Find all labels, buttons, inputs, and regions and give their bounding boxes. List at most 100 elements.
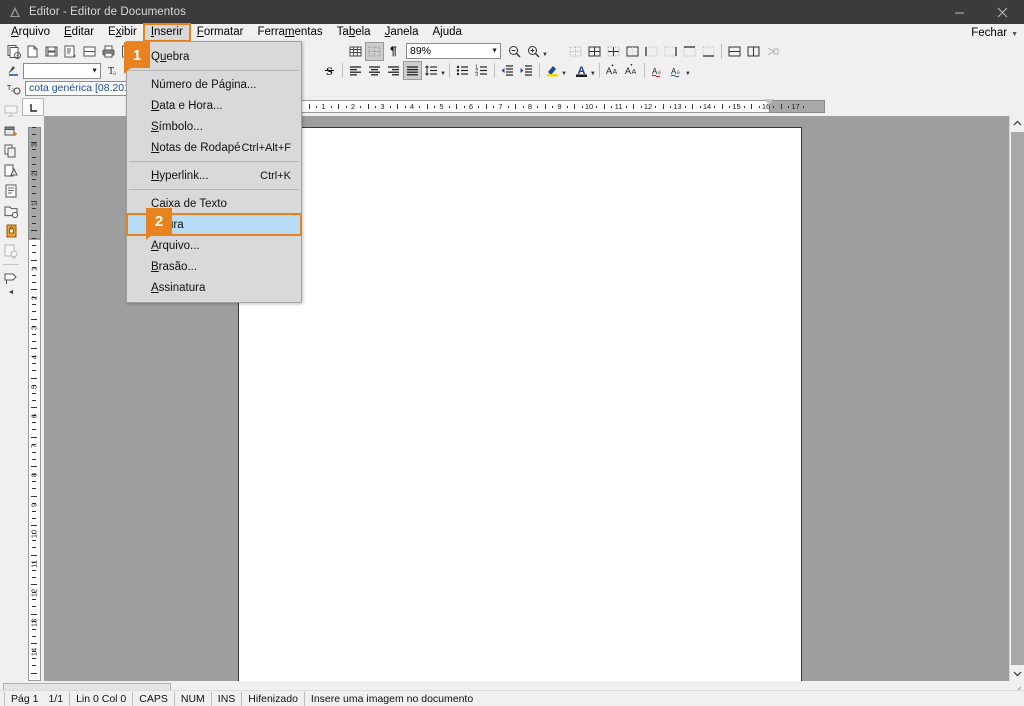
ruler-tick-vertical <box>32 628 36 630</box>
decrease-indent-icon[interactable] <box>499 62 516 79</box>
status-caps[interactable]: CAPS <box>133 691 175 706</box>
menu-formatar[interactable]: Formatar <box>190 24 251 41</box>
menu-item-bras-o[interactable]: Brasão... <box>127 256 301 277</box>
menu-item-arquivo[interactable]: Arquivo... <box>127 235 301 256</box>
vertical-ruler[interactable]: 3 2 1 1 2 3 4 5 6 7 8 9 10 11 12 13 14 <box>26 116 43 681</box>
ruler-number: 2 <box>350 102 356 111</box>
border-left-icon[interactable] <box>643 43 660 60</box>
border-all-icon[interactable] <box>586 43 603 60</box>
chevron-down-icon[interactable]: ▼ <box>561 71 567 77</box>
paint-format-icon[interactable] <box>5 62 22 79</box>
sidebar-list-doc[interactable] <box>1 181 21 200</box>
menu-inserir[interactable]: Inserir <box>142 23 191 42</box>
ruler-tick-vertical <box>31 259 37 261</box>
save-icon[interactable] <box>43 43 60 60</box>
open-folder-icon[interactable] <box>24 43 41 60</box>
close-button[interactable] <box>981 0 1024 24</box>
menu-item-s-mbolo[interactable]: Símbolo... <box>127 116 301 137</box>
border-none-icon[interactable] <box>567 43 584 60</box>
scrollbar-thumb[interactable] <box>1011 132 1024 665</box>
border-inner-icon[interactable] <box>605 43 622 60</box>
increase-indent-icon[interactable] <box>518 62 535 79</box>
language-icon[interactable]: Aa <box>668 62 685 79</box>
new-document-icon[interactable]: + <box>5 43 22 60</box>
cut-cells-icon[interactable] <box>764 43 781 60</box>
spellcheck-icon[interactable]: Aa <box>649 62 666 79</box>
sidebar-stamp[interactable] <box>1 268 21 287</box>
paragraph-style-combo[interactable]: ▼ <box>23 62 101 79</box>
font-style-icon[interactable]: Ta <box>104 62 121 79</box>
tab-stop-icon[interactable] <box>22 98 44 116</box>
ruler-number: 3 <box>380 102 385 111</box>
vertical-scrollbar[interactable] <box>1009 116 1024 681</box>
decrease-font-size-icon[interactable]: AA <box>623 62 640 79</box>
sidebar-seal-doc[interactable] <box>1 241 21 260</box>
zoom-out-icon[interactable] <box>506 43 523 60</box>
insert-menu-dropdown[interactable]: Quebra Número de Página... Data e Hora... S… <box>126 41 302 303</box>
align-left-icon[interactable] <box>347 62 364 79</box>
sidebar-expand-icon[interactable]: ◄ <box>8 289 15 296</box>
sidebar-new-window[interactable] <box>1 121 21 140</box>
scroll-up-button[interactable] <box>1010 116 1024 131</box>
menu-arquivo[interactable]: Arquivo <box>4 24 57 41</box>
zoom-combo[interactable]: 89% ▼ <box>406 43 501 59</box>
align-right-icon[interactable] <box>385 62 402 79</box>
right-indent-marker[interactable] <box>763 99 774 105</box>
sidebar-folder-doc[interactable] <box>1 201 21 220</box>
menu-editar[interactable]: Editar <box>57 24 101 41</box>
chevron-down-icon[interactable]: ▼ <box>685 71 691 77</box>
merge-cells-icon[interactable] <box>726 43 743 60</box>
bullet-list-icon[interactable] <box>454 62 471 79</box>
menu-item-assinatura[interactable]: Assinatura <box>127 277 301 298</box>
sidebar-alert-doc[interactable]: ! <box>1 161 21 180</box>
increase-font-size-icon[interactable]: AA <box>604 62 621 79</box>
strikethrough-icon[interactable]: S <box>321 62 338 79</box>
line-spacing-icon[interactable] <box>423 62 440 79</box>
ruler-tick <box>316 105 318 108</box>
sidebar-lock-doc[interactable] <box>1 221 21 240</box>
status-ins[interactable]: INS <box>212 691 243 706</box>
sidebar-presentation[interactable] <box>1 101 21 120</box>
menu-item-data-e-hora[interactable]: Data e Hora... <box>127 95 301 116</box>
menu-item-n-mero-de-p-gina[interactable]: Número de Página... <box>127 74 301 95</box>
sidebar-copy-doc[interactable] <box>1 141 21 160</box>
border-top-icon[interactable] <box>681 43 698 60</box>
zoom-in-icon[interactable] <box>525 43 542 60</box>
menu-janela[interactable]: Janela <box>378 24 426 41</box>
save-as-icon[interactable] <box>62 43 79 60</box>
menu-item-quebra[interactable]: Quebra <box>127 46 301 67</box>
menu-ferramentas[interactable]: Ferramentas <box>250 24 329 41</box>
tag-field-icon[interactable]: Ta <box>5 80 22 97</box>
menu-item-hyperlink[interactable]: Hyperlink... Ctrl+K <box>127 165 301 186</box>
formatting-marks-icon[interactable]: ¶ <box>385 43 402 60</box>
document-page[interactable] <box>238 127 802 681</box>
numbered-list-icon[interactable]: 123 <box>473 62 490 79</box>
insert-table-icon[interactable] <box>347 43 364 60</box>
menu-item-notas-de-rodap[interactable]: Notas de Rodapé Ctrl+Alt+F <box>127 137 301 158</box>
grid-toggle-icon[interactable] <box>365 41 384 61</box>
status-num[interactable]: NUM <box>175 691 212 706</box>
scroll-down-button[interactable] <box>1010 666 1024 681</box>
close-document-link[interactable]: Fechar ▼ <box>971 24 1018 41</box>
border-bottom-icon[interactable] <box>700 43 717 60</box>
minimize-button[interactable] <box>938 0 981 24</box>
menu-ajuda[interactable]: Ajuda <box>425 24 468 41</box>
ruler-tick-vertical <box>31 613 37 615</box>
border-right-icon[interactable] <box>662 43 679 60</box>
align-justify-icon[interactable] <box>403 61 422 80</box>
split-cells-icon[interactable] <box>745 43 762 60</box>
status-hyphen[interactable]: Hifenizado <box>242 691 305 706</box>
border-outer-icon[interactable] <box>624 43 641 60</box>
align-center-icon[interactable] <box>366 62 383 79</box>
export-pdf-icon[interactable] <box>81 43 98 60</box>
print-icon[interactable] <box>100 43 117 60</box>
font-color-icon[interactable]: A <box>573 62 590 79</box>
chevron-down-icon[interactable]: ▼ <box>590 71 596 77</box>
ruler-number-vertical: 11 <box>29 559 39 568</box>
menu-tabela[interactable]: Tabela <box>330 24 378 41</box>
highlight-color-icon[interactable] <box>544 62 561 79</box>
chevron-down-icon[interactable]: ▼ <box>542 52 548 58</box>
chevron-down-icon[interactable]: ▼ <box>440 71 446 77</box>
ruler-number-vertical: 1 <box>29 266 39 271</box>
menu-exibir[interactable]: Exibir <box>101 24 144 41</box>
